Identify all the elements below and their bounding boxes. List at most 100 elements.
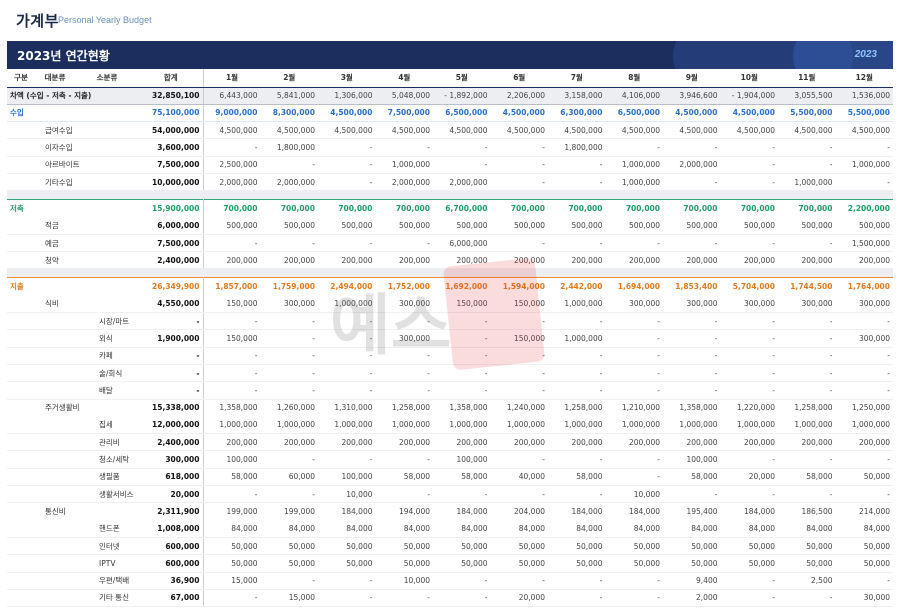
column-header-month: 11월 xyxy=(778,69,836,88)
row-label: 차액 (수입 - 저축 - 지출) xyxy=(7,87,139,105)
month-cell: - xyxy=(605,364,663,383)
month-cell: 1,000,000 xyxy=(318,295,376,314)
month-cell: 200,000 xyxy=(375,433,433,452)
month-cell: 5,048,000 xyxy=(375,87,433,105)
month-cell: 1,000,000 xyxy=(835,156,893,174)
month-cell: 50,000 xyxy=(835,537,893,556)
month-cell: - xyxy=(203,312,261,331)
month-cell: - xyxy=(260,347,318,365)
month-cell: 100,000 xyxy=(203,450,261,469)
month-cell: 1,000,000 xyxy=(433,416,491,435)
month-cell: 1,306,000 xyxy=(318,87,376,105)
table-row: 이자수입 3,600,000-1,800,000- - - -1,800,000- - - -… xyxy=(7,138,893,157)
month-cell: 200,000 xyxy=(548,251,606,270)
table-row: 청약 2,400,000 200,000 200,000 200,000 200,000 2… xyxy=(7,251,893,270)
month-cell: - xyxy=(605,468,663,487)
month-cell: - xyxy=(318,234,376,253)
month-cell: - xyxy=(375,485,433,504)
month-cell: 200,000 xyxy=(433,433,491,452)
month-cell: - xyxy=(835,572,893,590)
month-cell: - xyxy=(720,312,778,331)
month-cell: - xyxy=(375,234,433,253)
month-cell: - xyxy=(778,312,836,331)
month-cell: 200,000 xyxy=(490,433,548,452)
month-cell: - xyxy=(720,234,778,253)
month-cell: - xyxy=(835,173,893,192)
month-cell: - xyxy=(490,485,548,504)
month-cell: 84,000 xyxy=(605,520,663,538)
month-cell: 2,442,000 xyxy=(548,277,606,296)
month-cell: - xyxy=(605,589,663,608)
month-cell: 100,000 xyxy=(433,450,491,469)
month-cell: 1,694,000 xyxy=(605,277,663,296)
table-row: 예금 7,500,000- - - -6,000,000- - - - - -1,500,000 xyxy=(7,234,893,253)
month-cell: 184,000 xyxy=(720,502,778,521)
month-cell: 58,000 xyxy=(375,468,433,487)
month-cell: 2,000,000 xyxy=(433,173,491,192)
month-cell: - xyxy=(778,138,836,157)
month-cell: 300,000 xyxy=(375,329,433,348)
row-label: 기타수입 xyxy=(7,173,139,192)
month-cell: 1,800,000 xyxy=(548,138,606,157)
row-label: IPTV xyxy=(7,554,139,573)
month-cell: 5,500,000 xyxy=(778,103,836,123)
row-total: 10,000,000 xyxy=(139,173,204,192)
month-cell: 200,000 xyxy=(260,433,318,452)
column-header-month: 4월 xyxy=(375,69,433,88)
month-cell: 50,000 xyxy=(318,537,376,556)
row-label: 저축 xyxy=(7,199,139,218)
table-row: 주거생활비 15,338,000 1,358,000 1,260,000 1,310,0… xyxy=(7,398,893,417)
row-total: 54,000,000 xyxy=(139,121,204,140)
row-label: 집세 xyxy=(7,416,139,435)
month-cell: 184,000 xyxy=(318,502,376,521)
month-cell: 1,000,000 xyxy=(375,156,433,174)
month-cell: 50,000 xyxy=(605,537,663,556)
table-row: 카페 - - - - - - - - - - - - - xyxy=(7,347,893,365)
month-cell: 150,000 xyxy=(433,295,491,314)
month-cell: 1,250,000 xyxy=(835,398,893,417)
month-cell: 194,000 xyxy=(375,502,433,521)
month-cell: - xyxy=(720,485,778,504)
month-cell: - xyxy=(835,312,893,331)
month-cell: - xyxy=(548,156,606,174)
month-cell: 200,000 xyxy=(663,251,721,270)
month-cell: - xyxy=(490,138,548,157)
month-cell: - xyxy=(663,312,721,331)
month-cell: 700,000 xyxy=(605,199,663,218)
banner-title: 2023년 연간현황 xyxy=(17,49,110,63)
month-cell: 700,000 xyxy=(548,199,606,218)
month-cell: - xyxy=(778,485,836,504)
month-cell: - xyxy=(720,572,778,590)
table-row: 우편/택배 36,900 15,000- -10,000- - - -9,400-2,500… xyxy=(7,572,893,590)
month-cell: - xyxy=(433,381,491,400)
month-cell: 1,594,000 xyxy=(490,277,548,296)
month-cell: 1,000,000 xyxy=(720,416,778,435)
month-cell: 300,000 xyxy=(835,329,893,348)
month-cell: 50,000 xyxy=(548,537,606,556)
month-cell: - xyxy=(318,329,376,348)
month-cell: 300,000 xyxy=(375,295,433,314)
month-cell: 4,500,000 xyxy=(605,121,663,140)
month-cell: - xyxy=(203,364,261,383)
month-cell: - xyxy=(433,347,491,365)
month-cell: 84,000 xyxy=(663,520,721,538)
month-cell: - xyxy=(548,234,606,253)
row-total: 2,400,000 xyxy=(139,433,204,452)
month-cell: - xyxy=(835,347,893,365)
month-cell: 1,358,000 xyxy=(433,398,491,417)
month-cell: - xyxy=(605,381,663,400)
month-cell: 84,000 xyxy=(318,520,376,538)
month-cell: - xyxy=(605,329,663,348)
month-cell: - xyxy=(720,156,778,174)
month-cell: - xyxy=(663,329,721,348)
month-cell: 300,000 xyxy=(720,295,778,314)
row-label: 예금 xyxy=(7,234,139,253)
month-cell: 1,000,000 xyxy=(835,416,893,435)
column-header-month: 3월 xyxy=(318,69,376,88)
month-cell: 199,000 xyxy=(203,502,261,521)
month-cell: 500,000 xyxy=(490,217,548,235)
column-header-month: 1월 xyxy=(203,69,261,88)
column-header-month: 10월 xyxy=(720,69,778,88)
table-row: 청소/세탁 300,000 100,000- - -100,000- - -100,000-… xyxy=(7,450,893,469)
row-label: 아르바이트 xyxy=(7,156,139,174)
